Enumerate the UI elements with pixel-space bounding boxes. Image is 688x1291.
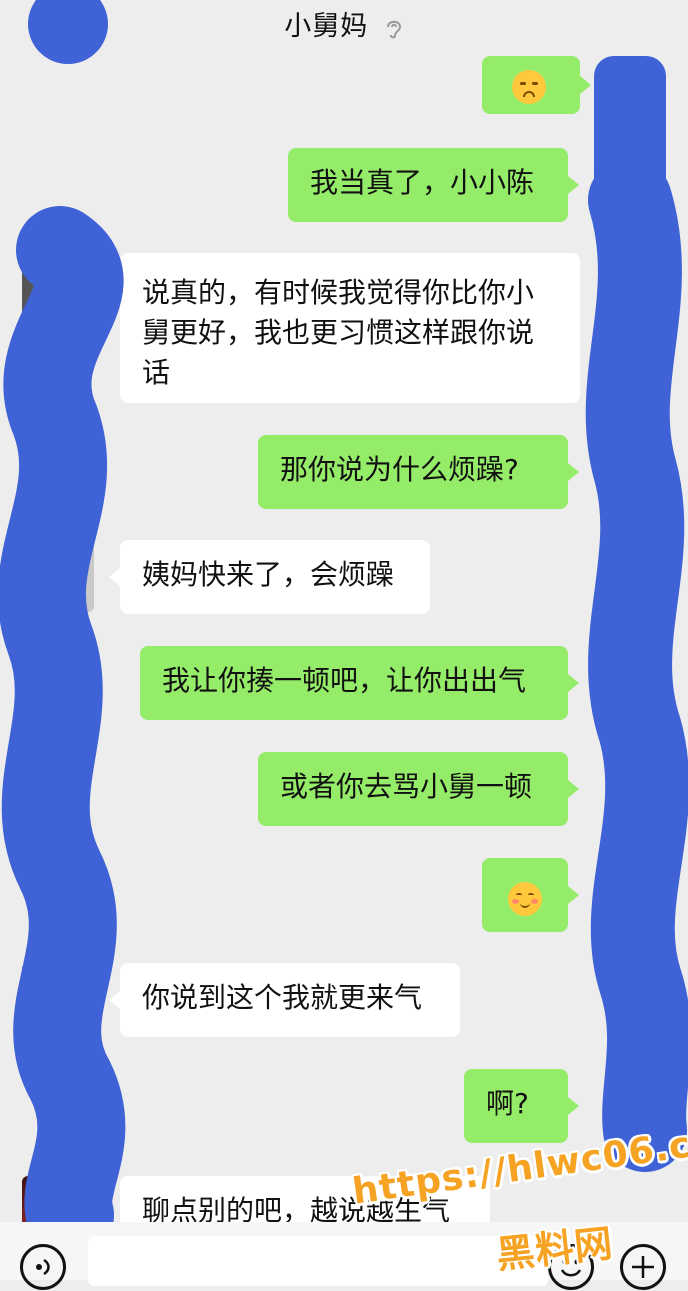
chat-title-wrapper[interactable]: 小舅妈: [0, 4, 688, 43]
message-text: 我当真了，小小陈: [310, 166, 535, 199]
bubble-tail: [568, 780, 579, 798]
message-input[interactable]: [88, 1236, 548, 1286]
plus-icon[interactable]: [620, 1244, 666, 1290]
bubble-tail: [109, 568, 120, 586]
message-bubble-me[interactable]: 我让你揍一顿吧，让你出出气: [140, 646, 568, 720]
bubble-tail: [568, 674, 579, 692]
voice-icon[interactable]: [20, 1244, 66, 1290]
crying-face-emoji: [512, 70, 546, 104]
message-line: 说真的，有时候我觉得你比你小: [142, 276, 535, 309]
message-text: 那你说为什么烦躁?: [280, 453, 519, 486]
mute-icon: [386, 20, 401, 38]
smiling-blush-emoji: [508, 882, 542, 916]
bubble-tail: [109, 281, 120, 299]
bubble-tail: [580, 76, 591, 94]
message-bubble-me[interactable]: 或者你去骂小舅一顿: [258, 752, 568, 826]
message-text: 你说到这个我就更来气: [142, 981, 423, 1014]
message-bubble-me[interactable]: [482, 858, 568, 932]
message-text: 啊?: [486, 1087, 529, 1120]
message-line: 话: [142, 356, 171, 389]
message-bubble-me[interactable]: 我当真了，小小陈: [288, 148, 568, 222]
message-bubble-other[interactable]: 你说到这个我就更来气: [120, 963, 460, 1037]
bubble-tail: [109, 991, 120, 1009]
chat-header: 小舅妈: [0, 0, 688, 44]
bubble-tail: [568, 176, 579, 194]
message-text: 姨妈快来了，会烦躁: [142, 558, 395, 591]
bubble-tail: [568, 463, 579, 481]
message-bubble-other[interactable]: 姨妈快来了，会烦躁: [120, 540, 430, 614]
contact-avatar[interactable]: [22, 963, 94, 1035]
chat-title: 小舅妈: [284, 11, 369, 42]
bubble-tail: [568, 1097, 579, 1115]
message-bubble-me[interactable]: 那你说为什么烦躁?: [258, 435, 568, 509]
message-bubble-me[interactable]: [482, 56, 580, 114]
contact-avatar[interactable]: [22, 540, 94, 612]
message-bubble-other[interactable]: 说真的，有时候我觉得你比你小 舅更好，我也更习惯这样跟你说 话: [120, 253, 580, 403]
bubble-tail: [568, 886, 579, 904]
message-text: 或者你去骂小舅一顿: [280, 770, 533, 803]
message-line: 舅更好，我也更习惯这样跟你说: [142, 316, 535, 349]
message-bubble-me[interactable]: 啊?: [464, 1069, 568, 1143]
contact-avatar[interactable]: [22, 253, 94, 325]
message-text: 我让你揍一顿吧，让你出出气: [162, 664, 527, 697]
